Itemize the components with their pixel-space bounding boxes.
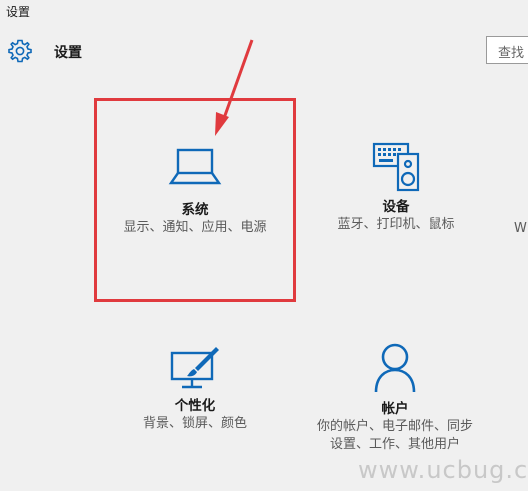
- watermark: www.ucbug.cc: [358, 456, 528, 484]
- annotation-arrow: [215, 39, 254, 136]
